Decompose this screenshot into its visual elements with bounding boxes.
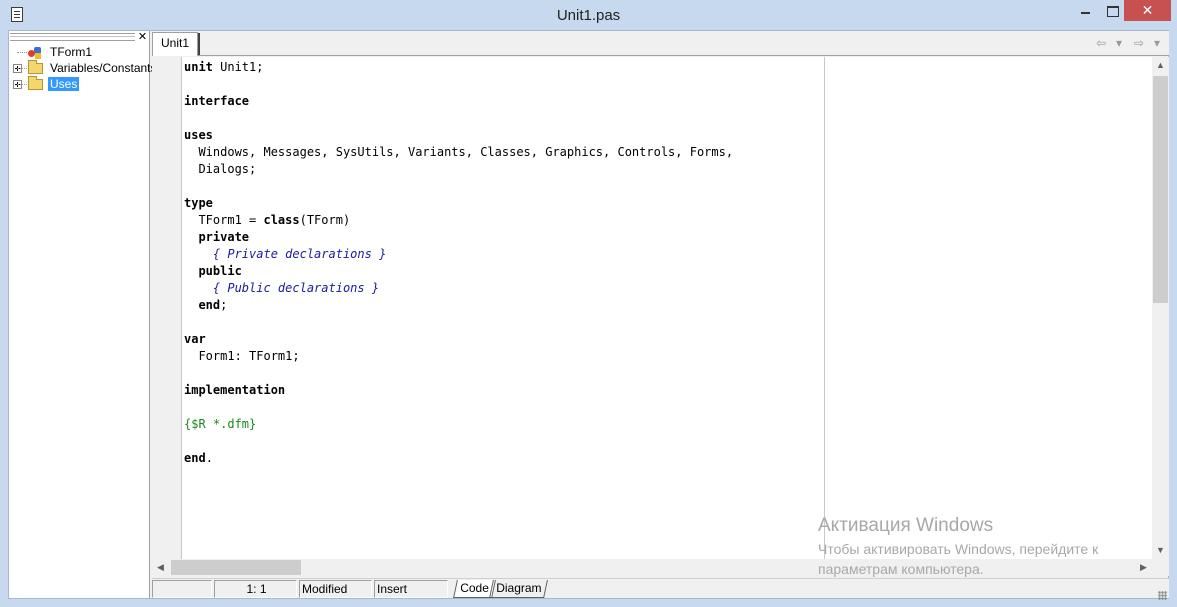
modified-status: Modified — [299, 580, 372, 598]
activation-watermark-line2: параметрам компьютера. — [818, 561, 984, 577]
code-line[interactable]: Dialogs; — [184, 161, 1152, 178]
code-explorer-panel: ✕ TForm1 Variables/Constants Uses — [9, 31, 157, 598]
code-line[interactable]: { Public declarations } — [184, 280, 1152, 297]
window-title: Unit1.pas — [556, 7, 621, 24]
cursor-position: 1: 1 — [214, 580, 297, 598]
tree-item-uses[interactable]: Uses — [9, 76, 149, 92]
code-line[interactable]: implementation — [184, 382, 1152, 399]
explorer-tree: TForm1 Variables/Constants Uses — [9, 44, 157, 92]
editor-gutter[interactable] — [152, 57, 182, 559]
code-line[interactable] — [184, 433, 1152, 450]
explorer-drag-grip[interactable] — [10, 33, 135, 41]
code-line[interactable] — [184, 314, 1152, 331]
scroll-down-icon[interactable]: ▼ — [1152, 542, 1169, 559]
code-line[interactable]: { Private declarations } — [184, 246, 1152, 263]
tab-code-label: Code — [460, 581, 489, 595]
code-line[interactable]: Form1: TForm1; — [184, 348, 1152, 365]
code-line[interactable]: TForm1 = class(TForm) — [184, 212, 1152, 229]
forward-dropdown-icon[interactable]: ▾ — [1154, 36, 1160, 50]
explorer-close-icon[interactable]: ✕ — [137, 32, 148, 43]
close-button[interactable]: ✕ — [1124, 0, 1171, 21]
code-line[interactable]: var — [184, 331, 1152, 348]
scroll-up-icon[interactable]: ▲ — [1152, 57, 1169, 74]
code-line[interactable]: unit Unit1; — [184, 59, 1152, 76]
activation-watermark-title: Активация Windows — [818, 515, 994, 536]
tree-item-label: TForm1 — [50, 45, 92, 59]
form-class-icon — [27, 45, 42, 59]
code-line[interactable] — [184, 110, 1152, 127]
tree-item-tform1[interactable]: TForm1 — [9, 44, 149, 60]
source-code[interactable]: unit Unit1; interface uses Windows, Messag… — [184, 59, 1152, 467]
title-bar: Unit1.pas ✕ — [0, 0, 1177, 30]
back-arrow-icon[interactable]: ⇦ — [1096, 36, 1106, 50]
tab-diagram[interactable]: Diagram — [489, 580, 549, 598]
horizontal-scrollbar[interactable]: ◀ ▶ — [152, 559, 1152, 576]
vertical-scroll-thumb[interactable] — [1153, 76, 1168, 303]
folder-icon — [28, 60, 43, 74]
code-line[interactable]: {$R *.dfm} — [184, 416, 1152, 433]
editor-tab-bar: Unit1 ⇦ ▾ ⇨ ▾ — [152, 31, 1169, 56]
code-line[interactable]: interface — [184, 93, 1152, 110]
minimize-button[interactable] — [1072, 0, 1099, 21]
code-line[interactable]: Windows, Messages, SysUtils, Variants, C… — [184, 144, 1152, 161]
back-dropdown-icon[interactable]: ▾ — [1116, 36, 1122, 50]
scroll-right-icon[interactable]: ▶ — [1135, 559, 1152, 576]
folder-icon — [28, 76, 43, 90]
tree-item-variables-constants[interactable]: Variables/Constants — [9, 60, 157, 76]
status-empty-panel — [152, 580, 212, 598]
code-line[interactable]: type — [184, 195, 1152, 212]
tab-diagram-label: Diagram — [496, 581, 542, 595]
resize-grip-icon[interactable] — [1158, 591, 1167, 600]
activation-watermark-line1: Чтобы активировать Windows, перейдите к — [818, 541, 1099, 557]
code-line[interactable]: end. — [184, 450, 1152, 467]
code-line[interactable]: private — [184, 229, 1152, 246]
tree-connector — [17, 68, 27, 69]
status-bar: 1: 1 Modified Insert Code Diagram — [152, 578, 1169, 598]
vertical-scrollbar[interactable]: ▲ ▼ — [1152, 57, 1169, 559]
insert-mode-status: Insert — [374, 580, 448, 598]
tree-connector — [17, 52, 27, 53]
tree-item-label: Variables/Constants — [50, 61, 157, 75]
tree-item-label: Uses — [48, 77, 80, 91]
code-line[interactable] — [184, 76, 1152, 93]
horizontal-scroll-thumb[interactable] — [171, 560, 301, 575]
code-text-area[interactable]: unit Unit1; interface uses Windows, Messag… — [152, 57, 1169, 576]
scrollbar-corner — [1152, 559, 1169, 576]
code-line[interactable]: public — [184, 263, 1152, 280]
tree-connector — [17, 84, 27, 85]
code-line[interactable]: end; — [184, 297, 1152, 314]
code-editor: Unit1 ⇦ ▾ ⇨ ▾ unit Unit1; interface uses W… — [152, 31, 1169, 598]
forward-arrow-icon[interactable]: ⇨ — [1134, 36, 1144, 50]
code-line[interactable] — [184, 399, 1152, 416]
maximize-button[interactable] — [1099, 0, 1126, 21]
tab-unit1[interactable]: Unit1 — [152, 32, 200, 56]
scroll-left-icon[interactable]: ◀ — [152, 559, 169, 576]
code-line[interactable]: uses — [184, 127, 1152, 144]
code-line[interactable] — [184, 365, 1152, 382]
code-line[interactable] — [184, 178, 1152, 195]
ide-client-area: ✕ TForm1 Variables/Constants Uses Unit1 … — [8, 30, 1169, 599]
